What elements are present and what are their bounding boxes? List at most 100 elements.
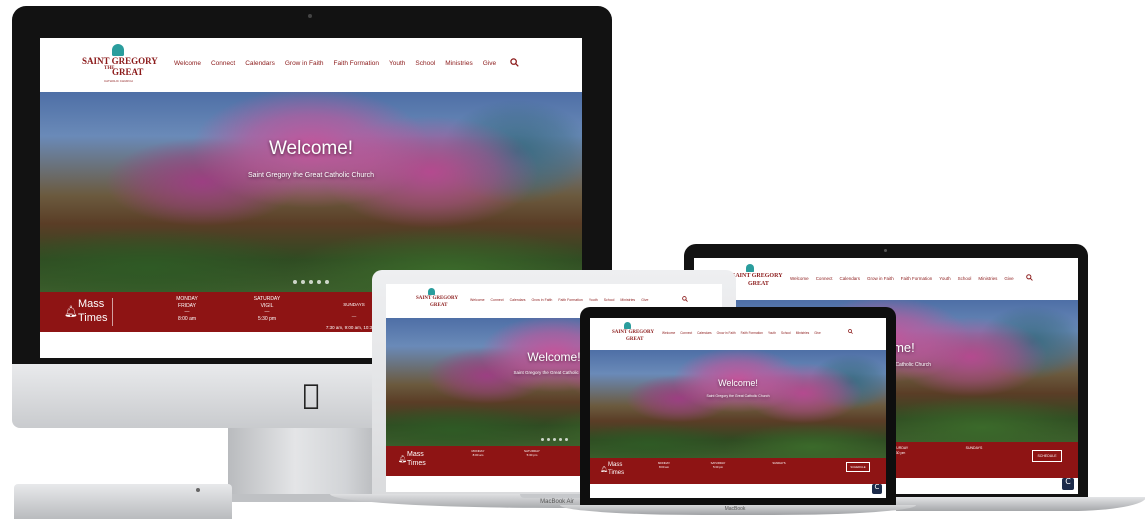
mass-col-head: SUNDAYS	[965, 446, 983, 450]
mass-label-2: Times	[608, 470, 625, 476]
hero-banner: Welcome! Saint Gregory the Great Catholi…	[590, 350, 886, 458]
site-logo[interactable]: SAINT GREGORY GREAT	[612, 322, 654, 348]
site-logo[interactable]: SAINT GREGORY GREAT	[416, 288, 458, 316]
mass-col-times: 8:00 am	[177, 315, 197, 322]
logo-line1: SAINT GREGORY	[416, 296, 459, 301]
nav-connect[interactable]: Connect	[491, 298, 504, 302]
mass-col-times: 8:00 am	[472, 452, 484, 457]
dome-icon	[428, 288, 435, 295]
mass-col-head: SUNDAYS	[772, 461, 786, 465]
slider-dot[interactable]	[540, 438, 544, 441]
mass-col-weekday: MONDAY 8:00 am	[458, 449, 498, 458]
nav-ministries[interactable]: Ministries	[796, 331, 809, 335]
nav-grow-in-faith[interactable]: Grow in Faith	[717, 331, 736, 335]
main-nav: Welcome Connect Calendars Grow in Faith …	[790, 276, 1014, 281]
site-logo[interactable]: SAINT GREGORY GREAT	[732, 264, 783, 296]
accessibility-icon[interactable]: C	[872, 484, 882, 494]
nav-welcome[interactable]: Welcome	[662, 331, 675, 335]
nav-faith-formation[interactable]: Faith Formation	[334, 60, 380, 67]
mass-col-times: 5:30 pm	[712, 464, 724, 469]
macbook-pro-base	[896, 497, 1145, 511]
schedule-button[interactable]: SCHEDULE	[846, 462, 870, 472]
nav-calendars[interactable]: Calendars	[510, 298, 526, 302]
search-icon[interactable]	[1026, 274, 1033, 281]
slider-dot[interactable]	[558, 438, 562, 441]
nav-give[interactable]: Give	[483, 60, 496, 67]
nav-give[interactable]: Give	[814, 331, 821, 335]
nav-ministries[interactable]: Ministries	[445, 60, 472, 67]
nav-calendars[interactable]: Calendars	[245, 60, 275, 67]
nav-give[interactable]: Give	[641, 298, 648, 302]
mass-col-times: 5:30 pm	[526, 452, 538, 457]
imac-camera	[308, 14, 312, 18]
nav-youth[interactable]: Youth	[589, 298, 598, 302]
slider-dot[interactable]	[552, 438, 556, 441]
nav-welcome[interactable]: Welcome	[790, 276, 809, 281]
nav-give[interactable]: Give	[1004, 276, 1013, 281]
nav-youth[interactable]: Youth	[768, 331, 776, 335]
nav-connect[interactable]: Connect	[680, 331, 692, 335]
mass-col-saturday: SATURDAY VIGIL — 5:30 pm	[240, 296, 294, 322]
nav-school[interactable]: School	[604, 298, 615, 302]
nav-school[interactable]: School	[958, 276, 972, 281]
main-nav: Welcome Connect Calendars Grow in Faith …	[470, 298, 648, 302]
slider-dot[interactable]	[325, 280, 329, 284]
nav-connect[interactable]: Connect	[816, 276, 833, 281]
mass-col-weekday: MONDAY FRIDAY — 8:00 am	[160, 296, 214, 322]
nav-school[interactable]: School	[781, 331, 791, 335]
schedule-button[interactable]: SCHEDULE	[1032, 450, 1062, 462]
search-icon[interactable]	[848, 329, 853, 334]
bell-icon: 🔔︎	[600, 466, 608, 473]
hero-subtitle: Saint Gregory the Great Catholic Church	[247, 172, 375, 179]
page-body	[590, 484, 886, 498]
dome-icon	[624, 322, 631, 329]
nav-faith-formation[interactable]: Faith Formation	[741, 331, 763, 335]
mass-label-1: Mass	[407, 451, 424, 458]
search-icon[interactable]	[510, 58, 519, 67]
slider-dot[interactable]	[546, 438, 550, 441]
mass-col-sunday: SUNDAYS	[754, 461, 804, 466]
slider-dot[interactable]	[293, 280, 297, 284]
logo-line1: SAINT GREGORY	[732, 273, 783, 279]
slider-dot[interactable]	[301, 280, 305, 284]
site-header: SAINT GREGORY THE GREAT CATHOLIC CHURCH …	[40, 38, 582, 92]
dome-icon	[746, 264, 754, 272]
mass-divider	[112, 298, 113, 326]
logo-line1: SAINT GREGORY	[82, 56, 158, 66]
nav-grow-in-faith[interactable]: Grow in Faith	[867, 276, 894, 281]
hero-banner: Welcome! Saint Gregory the Great Catholi…	[40, 92, 582, 292]
nav-ministries[interactable]: Ministries	[978, 276, 997, 281]
mass-col-times: 5:30 pm	[257, 315, 277, 322]
slider-dot[interactable]	[309, 280, 313, 284]
nav-calendars[interactable]: Calendars	[839, 276, 860, 281]
macbook-screen: SAINT GREGORY GREAT Welcome Connect Cale…	[590, 318, 886, 498]
site-logo[interactable]: SAINT GREGORY THE GREAT CATHOLIC CHURCH	[82, 44, 162, 88]
accessibility-icon[interactable]: C	[1062, 478, 1074, 490]
nav-faith-formation[interactable]: Faith Formation	[558, 298, 583, 302]
site-header: SAINT GREGORY GREAT Welcome Connect Cale…	[694, 258, 1078, 300]
slider-dot[interactable]	[564, 438, 568, 441]
site-header: SAINT GREGORY GREAT Welcome Connect Cale…	[590, 318, 886, 350]
nav-welcome[interactable]: Welcome	[174, 60, 201, 67]
slider-dot[interactable]	[317, 280, 321, 284]
nav-welcome[interactable]: Welcome	[470, 298, 485, 302]
bell-icon: 🔔︎	[398, 455, 407, 463]
mac-mini-led	[196, 488, 200, 492]
nav-youth[interactable]: Youth	[939, 276, 950, 281]
nav-ministries[interactable]: Ministries	[620, 298, 635, 302]
hero-title: Welcome!	[268, 138, 354, 159]
nav-faith-formation[interactable]: Faith Formation	[901, 276, 933, 281]
main-nav: Welcome Connect Calendars Grow in Faith …	[174, 60, 496, 67]
nav-grow-in-faith[interactable]: Grow in Faith	[532, 298, 553, 302]
nav-connect[interactable]: Connect	[211, 60, 235, 67]
main-nav: Welcome Connect Calendars Grow in Faith …	[662, 331, 821, 335]
nav-calendars[interactable]: Calendars	[697, 331, 712, 335]
nav-grow-in-faith[interactable]: Grow in Faith	[285, 60, 324, 67]
nav-school[interactable]: School	[415, 60, 435, 67]
logo-line1: SAINT GREGORY	[612, 330, 655, 335]
mass-col-weekday: MONDAY 8:00 am	[646, 461, 682, 469]
macbook-pro-camera	[884, 249, 887, 252]
nav-youth[interactable]: Youth	[389, 60, 405, 67]
search-icon[interactable]	[682, 296, 688, 302]
mass-col-saturday: SATURDAY 5:30 pm	[512, 449, 552, 458]
